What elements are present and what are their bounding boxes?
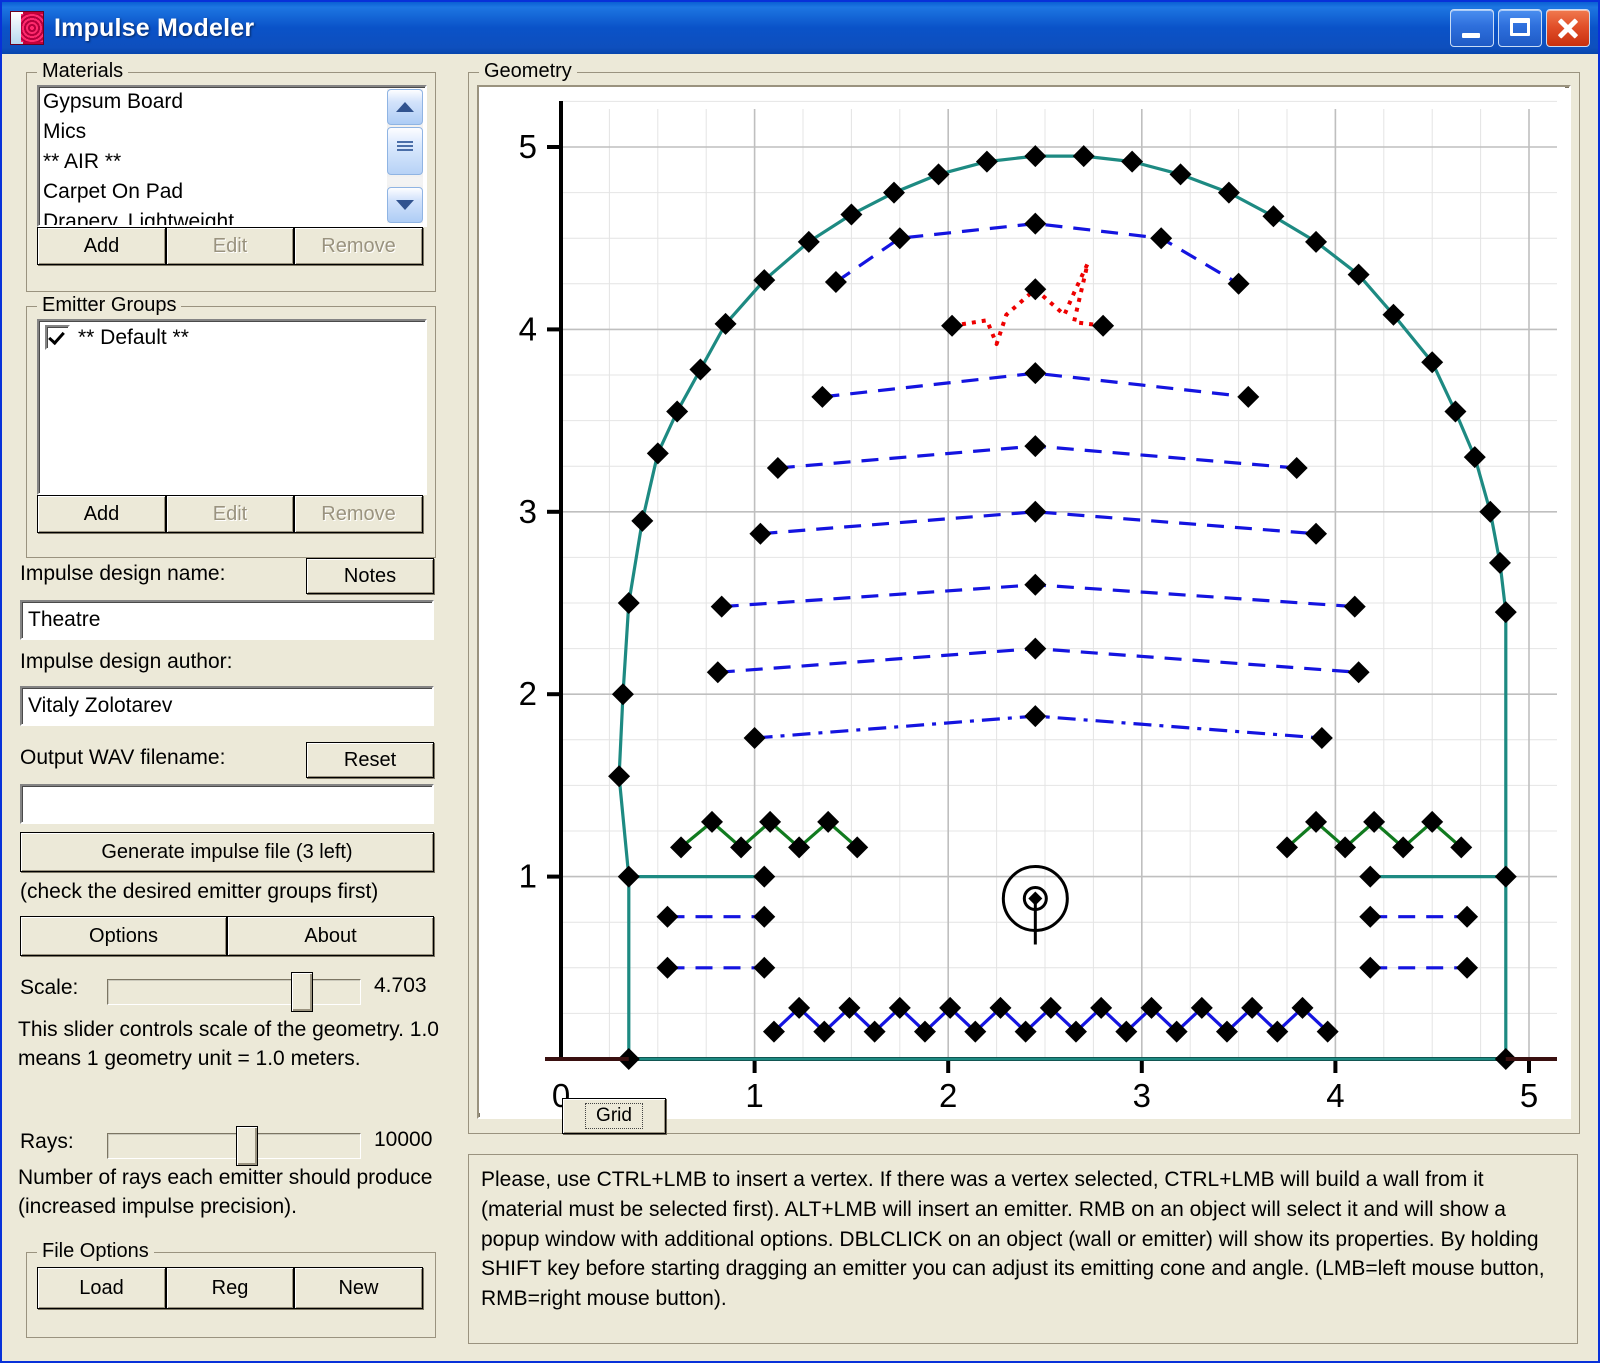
file-options-button-row: Load Reg New (37, 1267, 423, 1309)
rays-description: Number of rays each emitter should produ… (18, 1166, 433, 1218)
materials-edit-button: Edit (166, 227, 294, 265)
svg-text:1: 1 (745, 1077, 763, 1113)
rays-label: Rays: (20, 1130, 74, 1153)
scroll-up-icon[interactable] (387, 89, 423, 125)
emitter-groups-caption: Emitter Groups (37, 294, 182, 317)
emitter-groups-group: Emitter Groups ** Default ** Add Edit Re… (26, 294, 436, 558)
svg-text:4: 4 (519, 310, 537, 347)
geometry-caption: Geometry (479, 60, 577, 83)
materials-add-button[interactable]: Add (37, 227, 166, 265)
emitter-group-label: ** Default ** (78, 325, 189, 349)
about-button[interactable]: About (227, 916, 434, 956)
scroll-down-icon[interactable] (387, 187, 423, 223)
materials-listbox[interactable]: Gypsum Board Mics ** AIR ** Carpet On Pa… (37, 85, 427, 227)
design-author-input[interactable]: Vitaly Zolotarev (20, 686, 434, 726)
generate-hint: (check the desired emitter groups first) (20, 880, 379, 903)
scale-description: This slider controls scale of the geomet… (18, 1018, 439, 1070)
rays-slider-thumb[interactable] (236, 1126, 258, 1166)
application-window: Impulse Modeler Materials Gypsum Board M… (0, 0, 1600, 1363)
options-button[interactable]: Options (20, 916, 227, 956)
rays-slider-track[interactable] (107, 1126, 361, 1166)
emitter-group-checkbox[interactable] (45, 325, 70, 350)
scale-slider-thumb[interactable] (291, 972, 313, 1012)
scale-slider-track[interactable] (107, 972, 361, 1012)
app-icon (10, 11, 44, 45)
notes-button[interactable]: Notes (306, 558, 434, 594)
grid-toggle-button[interactable]: Grid (562, 1098, 666, 1134)
emitter-groups-button-row: Add Edit Remove (37, 495, 423, 533)
materials-remove-button: Remove (294, 227, 423, 265)
svg-text:1: 1 (519, 858, 537, 895)
materials-scrollbar[interactable] (387, 89, 423, 223)
reg-button[interactable]: Reg (166, 1267, 294, 1309)
list-item[interactable]: ** AIR ** (39, 147, 425, 177)
geometry-group: Geometry 12345012345 (468, 60, 1580, 1134)
svg-text:3: 3 (1133, 1077, 1151, 1113)
list-item[interactable]: Gypsum Board (39, 87, 425, 117)
help-text: Please, use CTRL+LMB to insert a vertex.… (481, 1168, 1545, 1311)
load-button[interactable]: Load (37, 1267, 166, 1309)
list-item[interactable]: Drapery, Lightweight (39, 207, 425, 225)
scrollbar-thumb[interactable] (387, 127, 423, 175)
minimize-button[interactable] (1450, 9, 1494, 47)
right-panel: Geometry 12345012345 Grid Please, use CT… (458, 54, 1598, 1361)
close-button[interactable] (1546, 9, 1590, 47)
output-wav-label: Output WAV filename: (20, 746, 226, 769)
maximize-button[interactable] (1498, 9, 1542, 47)
grid-button-label: Grid (585, 1103, 643, 1129)
scale-value: 4.703 (374, 974, 427, 997)
left-panel: Materials Gypsum Board Mics ** AIR ** Ca… (2, 54, 458, 1361)
design-name-input[interactable]: Theatre (20, 600, 434, 640)
reset-button[interactable]: Reset (306, 742, 434, 778)
design-name-label: Impulse design name: (20, 562, 226, 585)
minimize-icon (1451, 10, 1493, 46)
emitter-groups-remove-button: Remove (294, 495, 423, 533)
svg-text:2: 2 (519, 675, 537, 712)
output-wav-input[interactable] (20, 784, 434, 824)
scale-label: Scale: (20, 976, 79, 999)
emitter-groups-add-button[interactable]: Add (37, 495, 166, 533)
file-options-caption: File Options (37, 1240, 154, 1263)
close-icon (1547, 10, 1589, 46)
materials-caption: Materials (37, 60, 129, 83)
client-area: Materials Gypsum Board Mics ** AIR ** Ca… (2, 54, 1598, 1361)
window-controls (1450, 9, 1590, 47)
file-options-group: File Options Load Reg New (26, 1240, 436, 1338)
rays-value: 10000 (374, 1128, 433, 1151)
materials-button-row: Add Edit Remove (37, 227, 423, 265)
list-item[interactable]: Carpet On Pad (39, 177, 425, 207)
list-item[interactable]: Mics (39, 117, 425, 147)
list-item[interactable]: ** Default ** (39, 321, 425, 354)
title-bar: Impulse Modeler (2, 2, 1598, 54)
scrollbar-track[interactable] (387, 177, 423, 185)
svg-text:5: 5 (1520, 1077, 1538, 1113)
geometry-plot[interactable]: 123450 1 2 3 4 5 (479, 87, 1565, 1113)
emitter-groups-listbox[interactable]: ** Default ** (37, 319, 427, 495)
design-author-label: Impulse design author: (20, 650, 233, 673)
svg-text:5: 5 (519, 128, 537, 165)
new-button[interactable]: New (294, 1267, 423, 1309)
svg-text:2: 2 (939, 1077, 957, 1113)
emitter-groups-edit-button: Edit (166, 495, 294, 533)
maximize-icon (1499, 10, 1541, 46)
help-text-box: Please, use CTRL+LMB to insert a vertex.… (468, 1154, 1578, 1344)
options-about-row: Options About (20, 916, 434, 956)
svg-text:3: 3 (519, 493, 537, 530)
geometry-canvas[interactable]: 12345012345 (477, 85, 1571, 1119)
window-title: Impulse Modeler (54, 13, 255, 42)
svg-text:4: 4 (1326, 1077, 1344, 1113)
materials-group: Materials Gypsum Board Mics ** AIR ** Ca… (26, 60, 436, 292)
generate-impulse-button[interactable]: Generate impulse file (3 left) (20, 832, 434, 872)
